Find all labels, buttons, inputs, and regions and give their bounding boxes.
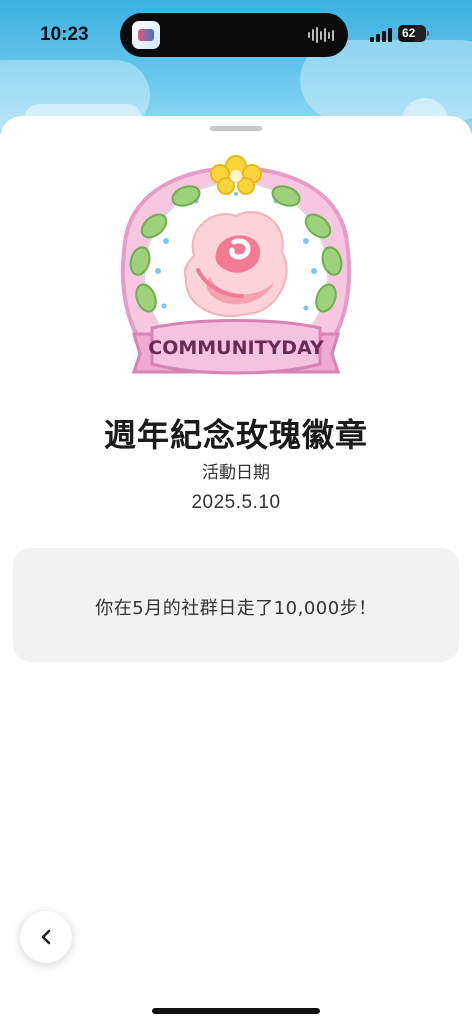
- signal-icon: [370, 28, 392, 42]
- chevron-left-icon: [41, 929, 51, 945]
- dynamic-island: [120, 13, 348, 57]
- badge-title: 週年紀念玫瑰徽章: [103, 416, 368, 454]
- rose-badge-icon: COMMUNITYDAY: [121, 155, 351, 375]
- status-bar: 10:23 62: [0, 0, 472, 70]
- waveform-icon: [308, 26, 334, 44]
- event-date-value: 2025.5.10: [191, 492, 281, 513]
- sheet-grabber[interactable]: [210, 126, 262, 131]
- badge-detail-sheet: COMMUNITYDAY 週年紀念玫瑰徽章 活動日期 2025.5.10 你在5…: [0, 116, 472, 1024]
- status-time: 10:23: [40, 24, 89, 45]
- battery-level: 62: [402, 26, 416, 40]
- event-date-label: 活動日期: [202, 463, 270, 483]
- badge-ribbon-text: COMMUNITYDAY: [148, 337, 324, 359]
- battery-icon: 62: [398, 25, 429, 42]
- app-icon: [132, 21, 160, 49]
- achievement-message: 你在5月的社群日走了10,000步！: [95, 598, 377, 619]
- achievement-message-card: 你在5月的社群日走了10,000步！: [13, 548, 459, 662]
- home-indicator[interactable]: [152, 1008, 320, 1014]
- back-button[interactable]: [20, 911, 72, 963]
